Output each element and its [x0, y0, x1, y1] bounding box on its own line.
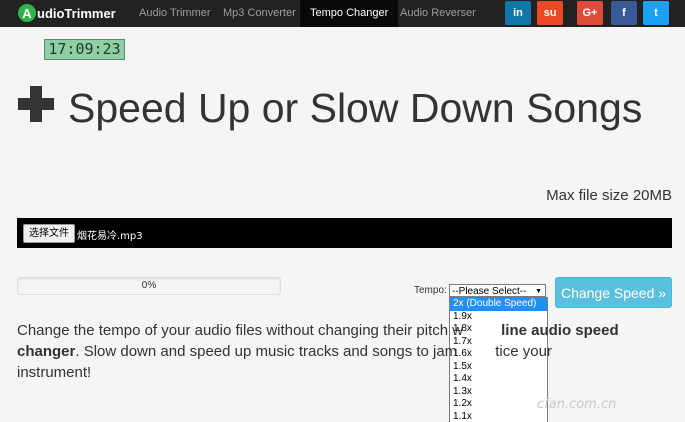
- file-upload-bar: 选择文件 烟花易冷.mp3: [17, 218, 672, 248]
- tempo-select[interactable]: --Please Select-- ▼: [449, 284, 546, 297]
- description-text: Change the tempo of your audio files wit…: [17, 322, 464, 339]
- logo-icon: A: [18, 4, 36, 22]
- max-file-size: Max file size 20MB: [546, 187, 672, 204]
- tempo-select-value: --Please Select--: [452, 286, 527, 297]
- navbar: A udioTrimmer Audio Trimmer Mp3 Converte…: [0, 0, 685, 27]
- stumbleupon-icon[interactable]: su: [537, 1, 563, 25]
- nav-audio-reverser[interactable]: Audio Reverser: [390, 0, 486, 27]
- page-title-text: Speed Up or Slow Down Songs: [68, 85, 643, 131]
- facebook-icon[interactable]: f: [611, 1, 637, 25]
- logo-text: udioTrimmer: [37, 5, 116, 21]
- progress-bar: 0%: [17, 277, 281, 295]
- googleplus-icon[interactable]: G+: [577, 1, 603, 25]
- description-text: . Slow down and speed up music tracks an…: [75, 343, 458, 360]
- tempo-option[interactable]: 1.2x: [450, 398, 547, 411]
- description-text: instrument!: [17, 364, 92, 381]
- nav-mp3-converter[interactable]: Mp3 Converter: [213, 0, 306, 27]
- description: Change the tempo of your audio files wit…: [17, 320, 677, 383]
- description-bold: line audio speed: [501, 322, 619, 339]
- tempo-label: Tempo:: [414, 285, 447, 296]
- twitter-icon[interactable]: t: [643, 1, 669, 25]
- change-speed-button[interactable]: Change Speed »: [555, 277, 672, 308]
- tempo-option[interactable]: 1.3x: [450, 386, 547, 399]
- description-text: tice your: [495, 343, 552, 360]
- logo[interactable]: A udioTrimmer: [18, 4, 116, 22]
- progress-text: 0%: [141, 280, 157, 291]
- choose-file-button[interactable]: 选择文件: [23, 224, 75, 243]
- clock: 17:09:23: [44, 39, 125, 60]
- nav-tempo-changer[interactable]: Tempo Changer: [300, 0, 399, 27]
- linkedin-icon[interactable]: in: [505, 1, 531, 25]
- plus-icon: [16, 84, 56, 124]
- description-bold: changer: [17, 343, 76, 360]
- tempo-option[interactable]: 2x (Double Speed): [450, 298, 547, 311]
- file-name: 烟花易冷.mp3: [77, 231, 143, 242]
- page-title: Speed Up or Slow Down Songs: [16, 84, 666, 131]
- watermark: cfan.com.cn: [537, 397, 617, 412]
- tempo-option[interactable]: 1.1x: [450, 411, 547, 422]
- nav-audio-trimmer[interactable]: Audio Trimmer: [129, 0, 221, 27]
